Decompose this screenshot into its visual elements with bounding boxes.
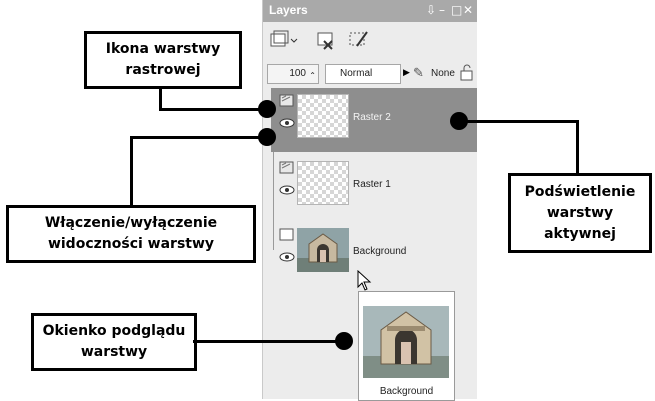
callout-line: Okienko podglądu xyxy=(42,323,186,339)
preview-image xyxy=(363,306,449,378)
mask-value[interactable]: None xyxy=(431,68,455,79)
blend-mode-select[interactable]: Normal xyxy=(325,64,401,84)
raster-layer-icon xyxy=(279,161,294,174)
connector-line xyxy=(159,86,162,110)
pen-icon[interactable]: ✎ xyxy=(413,65,424,81)
layer-preview-window: Background xyxy=(358,291,455,401)
visibility-eye-icon[interactable] xyxy=(279,118,295,128)
new-layer-button[interactable] xyxy=(269,30,298,52)
maximize-icon[interactable]: □ xyxy=(451,3,462,17)
palette-title-bar[interactable]: Layers ⇩ – □ ✕ xyxy=(263,0,477,22)
preview-label: Background xyxy=(379,386,434,397)
connector-line xyxy=(130,136,266,139)
callout-raster-icon: Ikona warstwy rastrowej xyxy=(84,31,242,89)
layer-properties-bar: 100 ⌃ Normal ▶ ✎ None xyxy=(263,58,477,86)
layer-name: Raster 2 xyxy=(353,112,391,123)
delete-layer-button[interactable] xyxy=(315,30,339,52)
new-layer-icon xyxy=(270,30,298,47)
callout-highlight: Podświetlenie warstwy aktywnej xyxy=(508,173,652,253)
lock-icon[interactable] xyxy=(459,63,475,81)
layer-row-raster-2[interactable]: Raster 2 xyxy=(271,88,477,152)
layer-thumbnail xyxy=(297,94,349,138)
callout-preview: Okienko podglądu warstwy xyxy=(31,313,197,371)
layer-name: Background xyxy=(353,246,407,257)
connector-line xyxy=(159,108,267,111)
blend-dropdown-arrow-icon[interactable]: ▶ xyxy=(403,67,410,78)
cursor-arrow-icon xyxy=(357,270,372,291)
connector-line xyxy=(576,120,579,173)
minimize-icon[interactable]: – xyxy=(439,3,445,17)
callout-line: widoczności warstwy xyxy=(47,236,215,252)
callout-line: Włączenie/wyłączenie xyxy=(44,215,218,231)
raster-layer-icon xyxy=(279,94,294,107)
delete-layer-icon xyxy=(317,32,333,50)
layer-row-background[interactable]: Background xyxy=(271,222,477,286)
layers-toolbar xyxy=(263,22,477,62)
visibility-eye-icon[interactable] xyxy=(279,252,295,262)
background-layer-icon xyxy=(279,228,294,241)
visibility-eye-icon[interactable] xyxy=(279,185,295,195)
opacity-value: 100 xyxy=(289,68,306,79)
blend-mode-value: Normal xyxy=(340,68,373,79)
background-thumbnail xyxy=(297,228,349,272)
callout-line: aktywnej xyxy=(544,225,616,242)
pointer-dot xyxy=(258,128,276,146)
callout-line: warstwy xyxy=(80,344,148,360)
pointer-dot xyxy=(258,100,276,118)
callout-line: Podświetlenie xyxy=(524,183,636,200)
callout-line: rastrowej xyxy=(125,62,201,78)
callout-visibility: Włączenie/wyłączenie widoczności warstwy xyxy=(6,205,256,263)
layer-row-raster-1[interactable]: Raster 1 xyxy=(271,155,477,219)
edit-selection-icon xyxy=(349,31,368,47)
callout-line: warstwy xyxy=(546,204,614,221)
edit-selection-button[interactable] xyxy=(347,30,371,52)
connector-line xyxy=(193,340,343,343)
pointer-dot xyxy=(335,332,353,350)
close-icon[interactable]: ✕ xyxy=(463,3,473,17)
pin-icon[interactable]: ⇩ xyxy=(426,3,436,17)
layer-name: Raster 1 xyxy=(353,179,391,190)
opacity-field[interactable]: 100 ⌃ xyxy=(267,64,319,84)
opacity-spin-icon: ⌃ xyxy=(309,71,316,80)
connector-line xyxy=(130,137,133,205)
palette-title: Layers xyxy=(269,3,308,17)
layer-thumbnail xyxy=(297,161,349,205)
callout-line: Ikona warstwy xyxy=(105,41,221,57)
connector-line xyxy=(462,120,579,123)
